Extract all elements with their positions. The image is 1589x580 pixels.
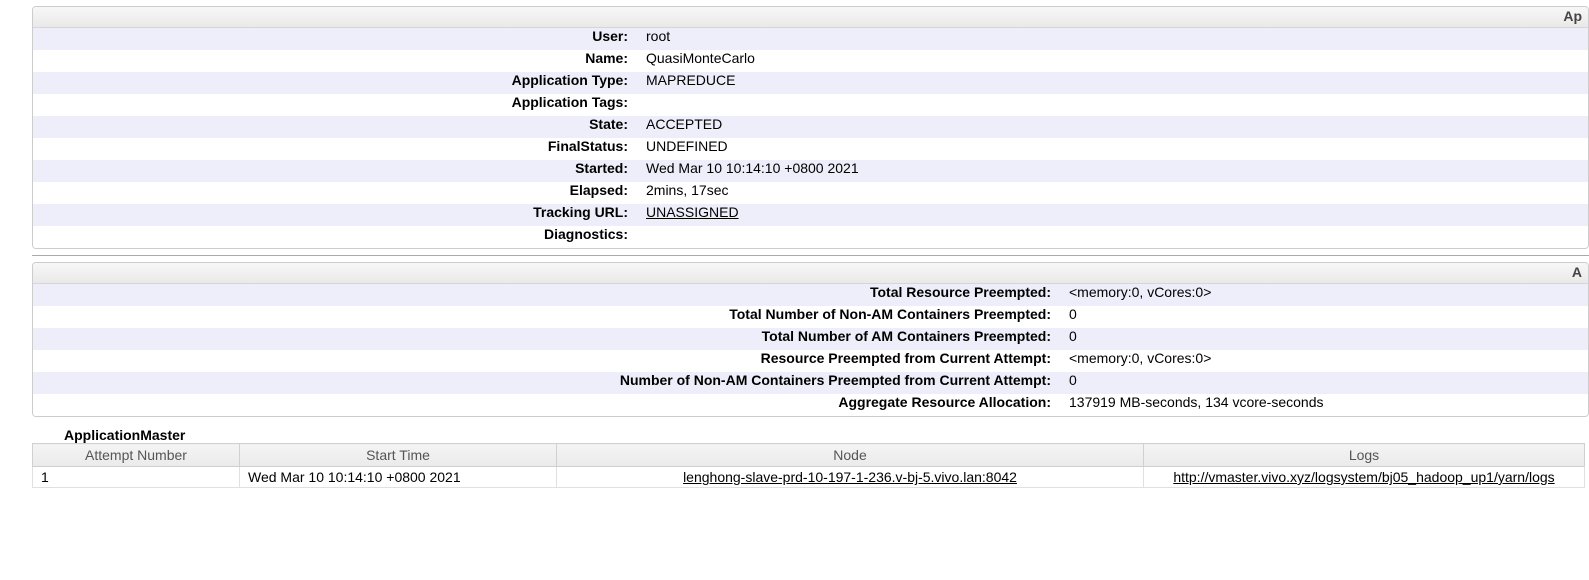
am-logs-link[interactable]: http://vmaster.vivo.xyz/logsystem/bj05_h… xyxy=(1173,469,1554,485)
am-cell-logs: http://vmaster.vivo.xyz/logsystem/bj05_h… xyxy=(1144,467,1585,488)
row-aggregate-allocation: Aggregate Resource Allocation: 137919 MB… xyxy=(33,394,1588,416)
value-user: root xyxy=(632,28,1588,44)
value-resource-preempted-current: <memory:0, vCores:0> xyxy=(1055,350,1588,366)
row-tracking-url: Tracking URL: UNASSIGNED xyxy=(33,204,1588,226)
row-nonam-preempted: Total Number of Non-AM Containers Preemp… xyxy=(33,306,1588,328)
am-col-start[interactable]: Start Time xyxy=(240,444,557,467)
am-col-node[interactable]: Node xyxy=(557,444,1144,467)
label-app-type: Application Type: xyxy=(33,72,632,88)
label-user: User: xyxy=(33,28,632,44)
value-elapsed: 2mins, 17sec xyxy=(632,182,1588,198)
label-name: Name: xyxy=(33,50,632,66)
app-metrics-body: Total Resource Preempted: <memory:0, vCo… xyxy=(33,284,1588,416)
value-nonam-preempted: 0 xyxy=(1055,306,1588,322)
am-cell-start: Wed Mar 10 10:14:10 +0800 2021 xyxy=(240,467,557,488)
row-state: State: ACCEPTED xyxy=(33,116,1588,138)
am-table: Attempt Number Start Time Node Logs 1 We… xyxy=(32,443,1585,488)
value-total-resource-preempted: <memory:0, vCores:0> xyxy=(1055,284,1588,300)
row-started: Started: Wed Mar 10 10:14:10 +0800 2021 xyxy=(33,160,1588,182)
row-resource-preempted-current: Resource Preempted from Current Attempt:… xyxy=(33,350,1588,372)
app-overview-header: Ap xyxy=(33,7,1588,28)
row-elapsed: Elapsed: 2mins, 17sec xyxy=(33,182,1588,204)
label-nonam-preempted-current: Number of Non-AM Containers Preempted fr… xyxy=(33,372,1055,388)
row-final-status: FinalStatus: UNDEFINED xyxy=(33,138,1588,160)
row-name: Name: QuasiMonteCarlo xyxy=(33,50,1588,72)
label-am-preempted: Total Number of AM Containers Preempted: xyxy=(33,328,1055,344)
row-total-resource-preempted: Total Resource Preempted: <memory:0, vCo… xyxy=(33,284,1588,306)
row-user: User: root xyxy=(33,28,1588,50)
am-section-title: ApplicationMaster xyxy=(64,427,1589,443)
label-total-resource-preempted: Total Resource Preempted: xyxy=(33,284,1055,300)
label-state: State: xyxy=(33,116,632,132)
label-final-status: FinalStatus: xyxy=(33,138,632,154)
label-diagnostics: Diagnostics: xyxy=(33,226,632,242)
am-col-logs[interactable]: Logs xyxy=(1144,444,1585,467)
value-am-preempted: 0 xyxy=(1055,328,1588,344)
label-app-tags: Application Tags: xyxy=(33,94,632,110)
value-nonam-preempted-current: 0 xyxy=(1055,372,1588,388)
label-aggregate-allocation: Aggregate Resource Allocation: xyxy=(33,394,1055,410)
am-table-row: 1 Wed Mar 10 10:14:10 +0800 2021 lenghon… xyxy=(33,467,1585,488)
value-state: ACCEPTED xyxy=(632,116,1588,132)
app-metrics-panel: A Total Resource Preempted: <memory:0, v… xyxy=(32,262,1589,417)
am-cell-attempt: 1 xyxy=(33,467,240,488)
app-overview-body: User: root Name: QuasiMonteCarlo Applica… xyxy=(33,28,1588,248)
value-name: QuasiMonteCarlo xyxy=(632,50,1588,66)
label-resource-preempted-current: Resource Preempted from Current Attempt: xyxy=(33,350,1055,366)
separator xyxy=(32,255,1589,256)
label-elapsed: Elapsed: xyxy=(33,182,632,198)
am-col-attempt[interactable]: Attempt Number xyxy=(33,444,240,467)
value-started: Wed Mar 10 10:14:10 +0800 2021 xyxy=(632,160,1588,176)
row-am-preempted: Total Number of AM Containers Preempted:… xyxy=(33,328,1588,350)
row-nonam-preempted-current: Number of Non-AM Containers Preempted fr… xyxy=(33,372,1588,394)
am-cell-node: lenghong-slave-prd-10-197-1-236.v-bj-5.v… xyxy=(557,467,1144,488)
row-diagnostics: Diagnostics: xyxy=(33,226,1588,248)
label-started: Started: xyxy=(33,160,632,176)
app-overview-panel: Ap User: root Name: QuasiMonteCarlo Appl… xyxy=(32,6,1589,249)
value-final-status: UNDEFINED xyxy=(632,138,1588,154)
app-metrics-header: A xyxy=(33,263,1588,284)
label-nonam-preempted: Total Number of Non-AM Containers Preemp… xyxy=(33,306,1055,322)
value-tracking-url: UNASSIGNED xyxy=(632,204,1588,220)
label-tracking-url: Tracking URL: xyxy=(33,204,632,220)
am-node-link[interactable]: lenghong-slave-prd-10-197-1-236.v-bj-5.v… xyxy=(683,469,1017,485)
am-table-header-row: Attempt Number Start Time Node Logs xyxy=(33,444,1585,467)
row-app-type: Application Type: MAPREDUCE xyxy=(33,72,1588,94)
row-app-tags: Application Tags: xyxy=(33,94,1588,116)
tracking-url-link[interactable]: UNASSIGNED xyxy=(646,204,739,220)
value-app-type: MAPREDUCE xyxy=(632,72,1588,88)
value-aggregate-allocation: 137919 MB-seconds, 134 vcore-seconds xyxy=(1055,394,1588,410)
